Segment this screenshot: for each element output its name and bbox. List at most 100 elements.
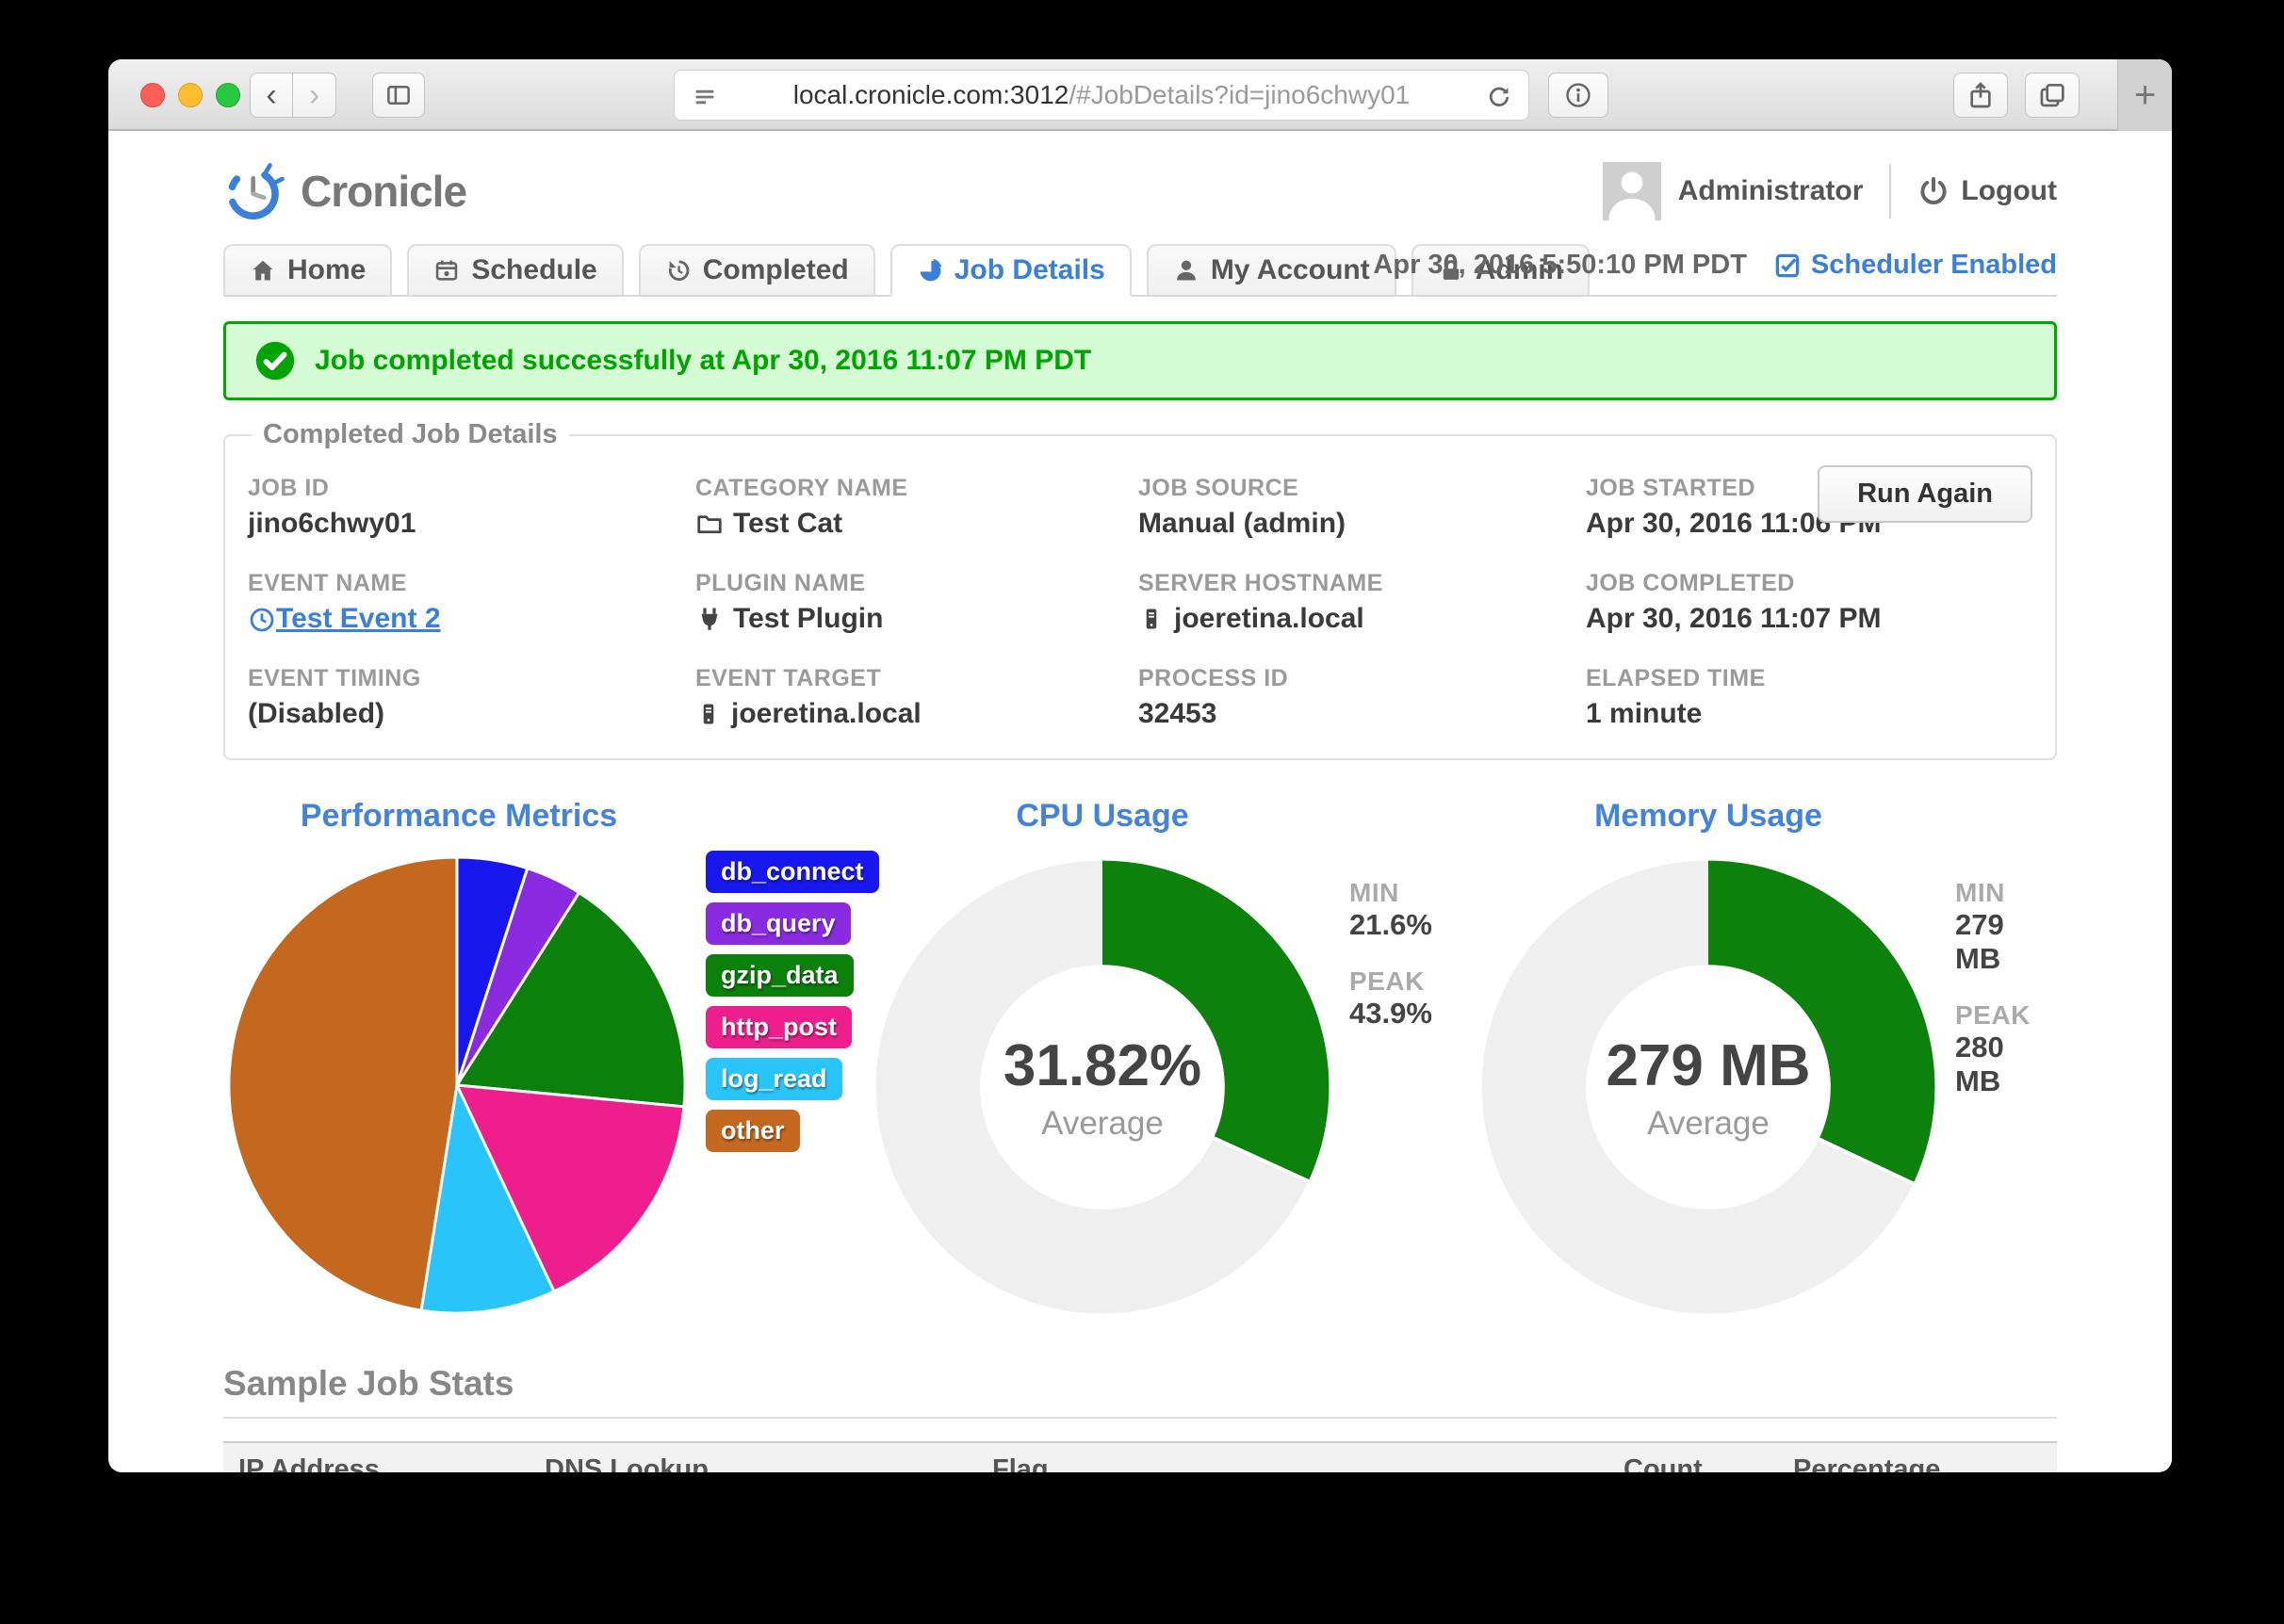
legend-pill-other[interactable]: other (706, 1110, 800, 1152)
power-icon (1917, 175, 1950, 207)
tab-label: My Account (1210, 254, 1370, 285)
run-again-button[interactable]: Run Again (1818, 465, 2032, 523)
zoom-window-button[interactable] (216, 83, 240, 107)
page-info-button[interactable] (1548, 73, 1608, 118)
cpu-peak-label: PEAK (1349, 966, 1425, 996)
folder-icon (695, 510, 724, 538)
panel-legend: Completed Job Details (263, 419, 558, 449)
tab-label: Home (287, 254, 367, 285)
chart-title: Performance Metrics (300, 798, 618, 834)
field-text: (Disabled) (248, 698, 385, 729)
field-text: Manual (admin) (1138, 508, 1346, 539)
back-button[interactable]: ‹ (250, 73, 293, 118)
field-label: EVENT NAME (248, 570, 407, 596)
minimize-window-button[interactable] (178, 83, 203, 107)
field-label: EVENT TIMING (248, 665, 421, 691)
logout-label: Logout (1961, 175, 2057, 206)
show-tabs-button[interactable] (2025, 73, 2080, 118)
pie-legend: db_connect db_query gzip_data http_post log_… (706, 851, 879, 1152)
field-label: SERVER HOSTNAME (1138, 570, 1383, 596)
server-icon (1138, 606, 1165, 632)
field-value: Manual (admin) (1138, 508, 1586, 540)
job-field: ELAPSED TIME 1 minute (1586, 665, 2032, 730)
tab-label: Schedule (471, 254, 597, 285)
field-text: 1 minute (1586, 698, 1703, 729)
legend-pill-gzip_data[interactable]: gzip_data (706, 954, 854, 997)
info-icon (1563, 80, 1593, 110)
tab-label: Job Details (954, 254, 1105, 285)
nav-buttons: ‹ › (250, 73, 336, 118)
legend-pill-log_read[interactable]: log_read (706, 1058, 842, 1100)
divider (1889, 164, 1892, 219)
browser-window: ‹ › local.cronicle.com:3012/#JobDetails?… (108, 59, 2172, 1472)
window-controls (140, 83, 240, 107)
memory-donut-gauge[interactable] (1473, 852, 1944, 1323)
scheduler-toggle[interactable]: Scheduler Enabled (1773, 250, 2057, 281)
pie-chart-icon (917, 257, 943, 284)
memory-peak-value: 280 MB (1955, 1031, 2004, 1097)
field-value: Test Cat (695, 508, 1138, 540)
gauge-arc (1706, 860, 1935, 1184)
job-fields-grid: JOB ID jino6chwy01 CATEGORY NAME Test Cat JO… (248, 475, 2032, 730)
job-field: EVENT NAME Test Event 2 (248, 570, 695, 635)
field-value: Apr 30, 2016 11:07 PM (1586, 603, 2032, 635)
forward-button[interactable]: › (293, 73, 336, 118)
page-content: Cronicle Administrator Logout Home Sched… (108, 148, 2172, 1472)
column-header: IP Address (223, 1441, 530, 1472)
field-label: JOB ID (248, 475, 330, 501)
logout-button[interactable]: Logout (1917, 175, 2057, 207)
status-area: Apr 30, 2016 5:50:10 PM PDT Scheduler En… (1373, 250, 2057, 281)
event-link[interactable]: Test Event 2 (248, 603, 441, 635)
field-label: CATEGORY NAME (695, 475, 908, 501)
avatar[interactable] (1602, 162, 1661, 220)
pie-slice-other[interactable] (227, 855, 459, 1312)
completed-job-details-panel: Completed Job Details Run Again JOB ID ji… (223, 419, 2057, 760)
tab-completed[interactable]: Completed (638, 244, 875, 297)
tab-schedule[interactable]: Schedule (407, 244, 624, 297)
new-tab-button[interactable]: + (2117, 59, 2172, 131)
field-value: (Disabled) (248, 698, 695, 730)
username[interactable]: Administrator (1678, 175, 1864, 207)
browser-toolbar: ‹ › local.cronicle.com:3012/#JobDetails?… (108, 59, 2172, 131)
field-text[interactable]: Test Event 2 (276, 603, 441, 634)
job-field: EVENT TIMING (Disabled) (248, 665, 695, 730)
job-field: JOB ID jino6chwy01 (248, 475, 695, 540)
field-text: joeretina.local (731, 698, 922, 729)
charts-row: Performance Metrics db_connect db_querygz… (223, 798, 2057, 1323)
memory-min-value: 279 MB (1955, 908, 2004, 975)
cpu-stats: MIN 21.6% PEAK 43.9% (1349, 878, 1432, 1055)
legend-pill-db_connect[interactable]: db_connect (706, 851, 879, 893)
address-bar[interactable]: local.cronicle.com:3012/#JobDetails?id=j… (674, 70, 1529, 121)
field-value: 1 minute (1586, 698, 2032, 730)
tab-my-account[interactable]: My Account (1146, 244, 1396, 297)
performance-pie-chart[interactable] (223, 852, 691, 1319)
reader-mode-icon[interactable] (692, 84, 718, 110)
sidebar-icon (384, 81, 413, 109)
job-field: PROCESS ID 32453 (1138, 665, 1586, 730)
calendar-icon (433, 257, 460, 284)
checkbox-checked-icon (1773, 252, 1802, 280)
legend-pill-db_query[interactable]: db_query (706, 902, 851, 945)
close-window-button[interactable] (140, 83, 165, 107)
memory-stats: MIN 279 MB PEAK 280 MB (1955, 878, 2031, 1123)
table-header-row: IP Address DNS Lookup Flag Count Percentage (223, 1441, 2057, 1472)
cpu-min-value: 21.6% (1349, 908, 1432, 941)
field-label: PROCESS ID (1138, 665, 1289, 691)
column-header: Percentage (1778, 1441, 2057, 1472)
field-label: EVENT TARGET (695, 665, 882, 691)
app-brand[interactable]: Cronicle (223, 160, 467, 222)
tab-job-details[interactable]: Job Details (889, 244, 1132, 297)
cpu-donut-gauge[interactable] (867, 852, 1338, 1323)
share-icon (1966, 80, 1996, 110)
clock-icon (248, 606, 276, 634)
field-text: joeretina.local (1174, 603, 1364, 634)
tab-home[interactable]: Home (223, 244, 393, 297)
check-circle-icon (254, 340, 296, 382)
reload-icon[interactable] (1485, 83, 1513, 111)
legend-pill-http_post[interactable]: http_post (706, 1006, 852, 1048)
column-header: Count (1608, 1441, 1778, 1472)
field-text: Test Cat (733, 508, 843, 539)
sidebar-toggle-button[interactable] (372, 73, 425, 118)
share-button[interactable] (1953, 73, 2008, 118)
field-label: PLUGIN NAME (695, 570, 866, 596)
